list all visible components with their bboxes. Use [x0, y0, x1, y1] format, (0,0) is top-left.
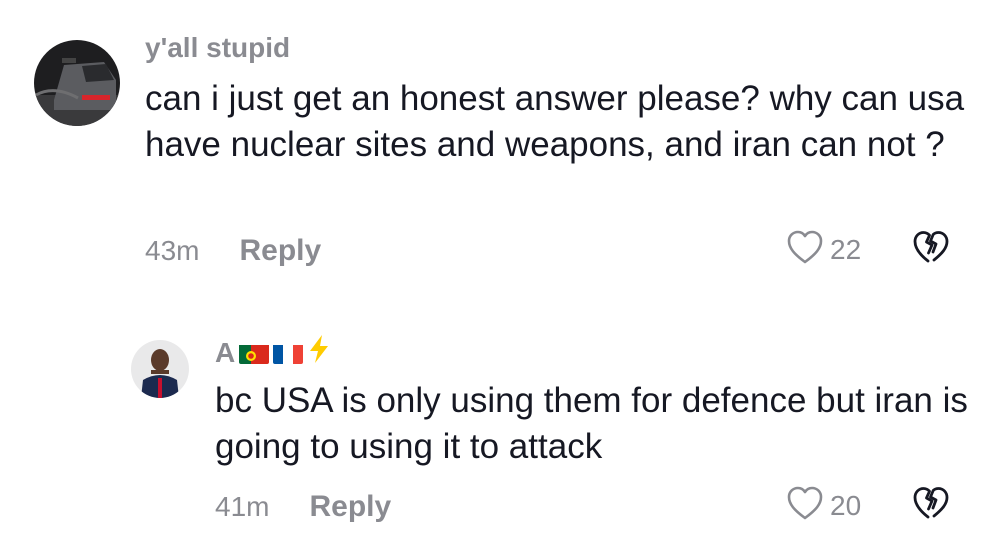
- timestamp: 43m: [145, 235, 200, 266]
- comment-meta: 41m Reply: [215, 490, 391, 524]
- lightning-icon: [307, 334, 331, 371]
- username-text: A: [215, 336, 236, 368]
- france-flag-icon: [273, 342, 304, 364]
- comment-text: can i just get an honest answer please? …: [145, 79, 965, 164]
- heart-icon: [786, 485, 824, 526]
- username[interactable]: A: [215, 334, 331, 371]
- timestamp: 41m: [215, 491, 270, 522]
- avatar[interactable]: [131, 340, 189, 398]
- avatar[interactable]: [34, 40, 120, 126]
- comment-meta: 43m Reply: [145, 234, 321, 268]
- comment-actions: 22: [786, 229, 951, 270]
- dislike-button[interactable]: [911, 485, 951, 526]
- like-count: 22: [830, 233, 862, 265]
- reply-button[interactable]: Reply: [239, 234, 321, 268]
- dislike-button[interactable]: [911, 229, 951, 270]
- comment: y'all stupid can i just get an honest an…: [0, 0, 1000, 290]
- like-button[interactable]: 20: [786, 485, 861, 526]
- comment-reply: A bc USA is only using them for defence …: [0, 290, 1000, 543]
- comment-text: bc USA is only using them for defence bu…: [215, 381, 968, 466]
- comment-actions: 20: [786, 485, 951, 526]
- like-button[interactable]: 22: [786, 229, 861, 270]
- broken-heart-icon: [911, 231, 951, 269]
- like-count: 20: [830, 489, 862, 521]
- username[interactable]: y'all stupid: [145, 32, 290, 64]
- broken-heart-icon: [911, 487, 951, 525]
- portugal-flag-icon: [239, 342, 270, 364]
- reply-button[interactable]: Reply: [309, 490, 391, 524]
- heart-icon: [786, 229, 824, 270]
